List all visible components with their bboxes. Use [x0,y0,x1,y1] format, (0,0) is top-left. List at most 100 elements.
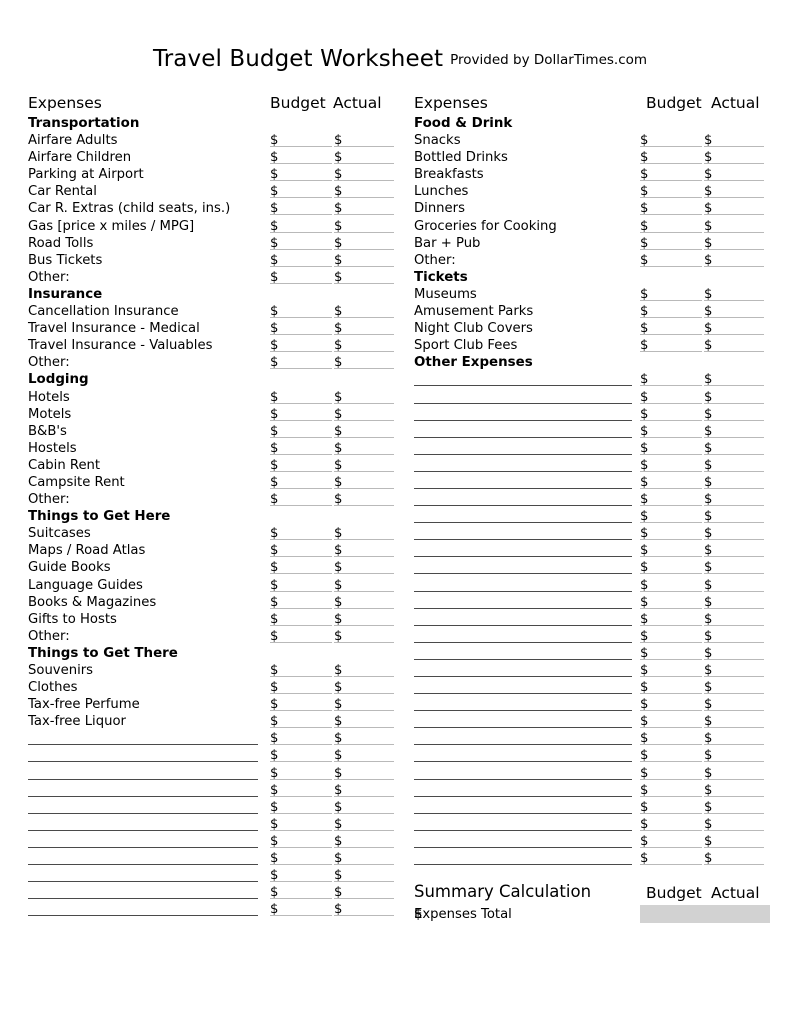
actual-amount-field[interactable]: $ [704,337,764,354]
budget-amount-field[interactable]: $ [270,320,332,337]
writein-line[interactable] [414,539,632,541]
actual-amount-field[interactable]: $ [334,525,394,542]
writein-line[interactable] [28,881,258,883]
budget-amount-field[interactable]: $ [640,337,702,354]
writein-line[interactable] [414,676,632,677]
budget-amount-field[interactable]: $ [270,337,332,354]
actual-amount-field[interactable]: $ [334,901,394,918]
budget-amount-field[interactable]: $ [270,149,332,166]
budget-amount-field[interactable]: $ [270,747,332,764]
budget-amount-field[interactable]: $ [640,166,702,183]
actual-amount-field[interactable]: $ [704,799,764,816]
actual-amount-field[interactable]: $ [334,166,394,183]
actual-amount-field[interactable]: $ [334,235,394,252]
writein-line[interactable] [414,846,632,848]
writein-line[interactable] [28,761,258,763]
budget-amount-field[interactable]: $ [270,474,332,491]
budget-amount-field[interactable]: $ [640,132,702,149]
budget-amount-field[interactable]: $ [270,679,332,696]
actual-amount-field[interactable]: $ [704,491,764,508]
actual-amount-field[interactable]: $ [704,457,764,474]
budget-amount-field[interactable]: $ [270,867,332,884]
budget-amount-field[interactable]: $ [270,132,332,149]
actual-amount-field[interactable]: $ [704,303,764,320]
budget-amount-field[interactable]: $ [640,457,702,474]
writein-line[interactable] [414,864,632,866]
actual-amount-field[interactable]: $ [704,371,764,388]
budget-amount-field[interactable]: $ [640,782,702,799]
writein-line[interactable] [414,590,632,592]
budget-amount-field[interactable]: $ [270,218,332,235]
writein-line[interactable] [28,829,258,831]
budget-amount-field[interactable]: $ [270,389,332,406]
actual-amount-field[interactable]: $ [334,149,394,166]
writein-line[interactable] [414,436,632,438]
actual-amount-field[interactable]: $ [334,457,394,474]
budget-amount-field[interactable]: $ [640,611,702,628]
actual-amount-field[interactable]: $ [334,542,394,559]
actual-amount-field[interactable]: $ [334,559,394,576]
budget-amount-field[interactable]: $ [640,765,702,782]
actual-amount-field[interactable]: $ [334,833,394,850]
writein-line[interactable] [28,778,258,780]
actual-amount-field[interactable]: $ [334,200,394,217]
actual-amount-field[interactable]: $ [704,833,764,850]
budget-amount-field[interactable]: $ [640,833,702,850]
writein-line[interactable] [28,744,258,746]
writein-line[interactable] [414,470,632,472]
actual-amount-field[interactable]: $ [334,440,394,457]
writein-line[interactable] [414,505,632,507]
writein-line[interactable] [414,710,632,712]
writein-line[interactable] [28,812,258,814]
budget-amount-field[interactable]: $ [640,799,702,816]
budget-amount-field[interactable]: $ [270,354,332,371]
actual-amount-field[interactable]: $ [334,269,394,286]
actual-amount-field[interactable]: $ [704,406,764,423]
budget-amount-field[interactable]: $ [270,816,332,833]
actual-amount-field[interactable]: $ [334,252,394,269]
actual-amount-field[interactable]: $ [704,747,764,764]
budget-amount-field[interactable]: $ [640,303,702,320]
budget-amount-field[interactable]: $ [640,286,702,303]
actual-amount-field[interactable]: $ [704,423,764,440]
budget-amount-field[interactable]: $ [270,269,332,286]
budget-amount-field[interactable]: $ [270,662,332,679]
actual-amount-field[interactable]: $ [334,765,394,782]
budget-amount-field[interactable]: $ [270,559,332,576]
writein-line[interactable] [414,419,632,421]
budget-amount-field[interactable]: $ [270,594,332,611]
actual-amount-field[interactable]: $ [334,867,394,884]
budget-amount-field[interactable]: $ [270,611,332,628]
actual-amount-field[interactable]: $ [704,286,764,303]
actual-amount-field[interactable]: $ [334,423,394,440]
budget-amount-field[interactable]: $ [640,406,702,423]
budget-amount-field[interactable]: $ [640,491,702,508]
budget-amount-field[interactable]: $ [640,713,702,730]
writein-line[interactable] [414,795,632,797]
budget-amount-field[interactable]: $ [640,508,702,525]
actual-amount-field[interactable]: $ [334,747,394,764]
actual-amount-field[interactable]: $ [704,320,764,337]
budget-amount-field[interactable]: $ [640,474,702,491]
actual-amount-field[interactable]: $ [334,594,394,611]
actual-amount-field[interactable]: $ [334,474,394,491]
actual-amount-field[interactable]: $ [704,132,764,149]
budget-amount-field[interactable]: $ [270,406,332,423]
actual-amount-field[interactable]: $ [334,183,394,200]
budget-amount-field[interactable]: $ [640,423,702,440]
actual-amount-field[interactable]: $ [334,491,394,508]
writein-line[interactable] [414,641,632,643]
actual-amount-field[interactable]: $ [704,679,764,696]
actual-amount-field[interactable]: $ [704,765,764,782]
budget-amount-field[interactable]: $ [640,440,702,457]
actual-amount-field[interactable]: $ [334,884,394,901]
writein-line[interactable] [414,556,632,558]
actual-amount-field[interactable]: $ [334,406,394,423]
actual-amount-field[interactable]: $ [334,662,394,679]
budget-amount-field[interactable]: $ [640,200,702,217]
budget-amount-field[interactable]: $ [640,747,702,764]
budget-amount-field[interactable]: $ [270,457,332,474]
budget-amount-field[interactable]: $ [270,884,332,901]
actual-amount-field[interactable]: $ [334,799,394,816]
writein-line[interactable] [414,607,632,609]
